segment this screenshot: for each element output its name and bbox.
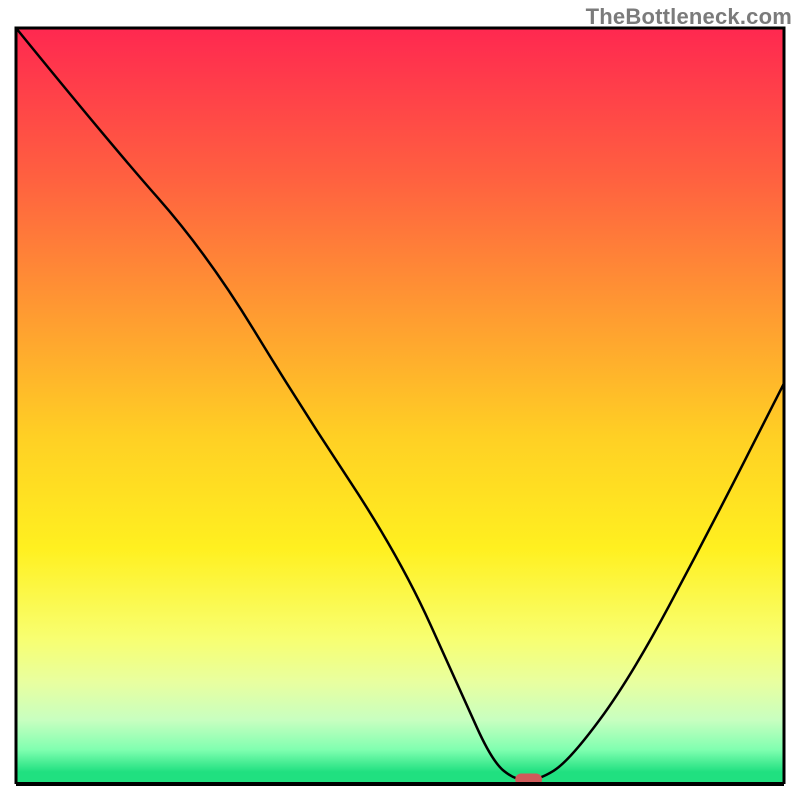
watermark-text: TheBottleneck.com (586, 4, 792, 30)
chart-container: TheBottleneck.com (0, 0, 800, 800)
gradient-background (16, 28, 784, 772)
bottleneck-chart (0, 0, 800, 800)
